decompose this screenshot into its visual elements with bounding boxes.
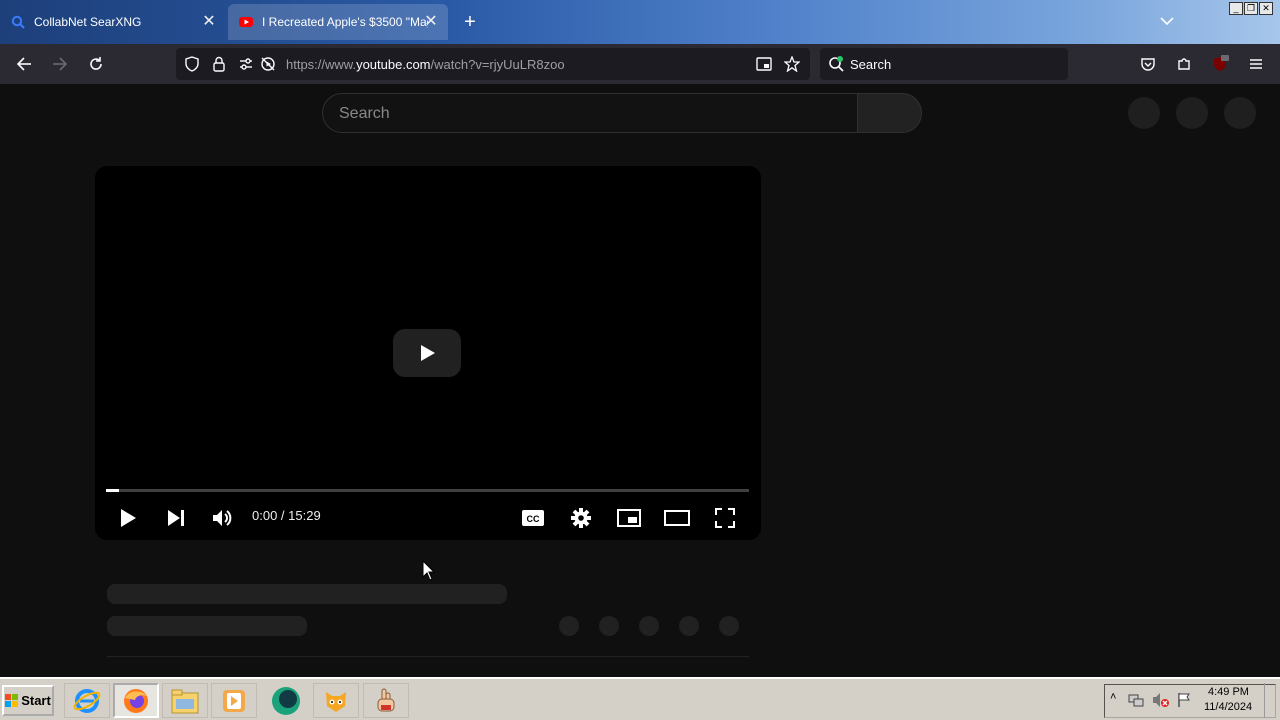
new-tab-button[interactable]: + [458,10,482,34]
action-skeleton [639,616,659,636]
youtube-favicon-icon [238,14,254,30]
internet-explorer-icon [73,688,101,713]
lock-icon[interactable] [212,56,226,77]
permissions-icon[interactable] [238,56,254,77]
cat-icon [326,691,346,712]
taskbar-chat-app[interactable] [263,683,309,718]
back-button[interactable] [12,52,36,76]
bookmark-star-icon[interactable] [783,55,801,77]
tracking-protection-shield-icon[interactable] [184,56,200,77]
forward-button[interactable] [48,52,72,76]
divider [107,656,749,657]
action-skeleton [719,616,739,636]
address-bar[interactable]: https://www.youtube.com/watch?v=rjyUuLR8… [176,48,810,80]
folder-icon [171,689,199,713]
search-favicon-icon [10,14,26,30]
media-player-icon [223,689,245,712]
network-icon[interactable] [1128,692,1144,713]
theater-mode-icon [664,510,690,526]
windows-taskbar: Start ˄ 4:49 PM 11/4/2024 [0,677,1280,720]
web-search-box[interactable]: Search [820,48,1068,80]
taskbar-firefox[interactable] [113,683,159,718]
miniplayer-icon [617,509,641,527]
youtube-search-input[interactable]: Search [322,93,858,133]
taskbar-scratch[interactable] [313,683,359,718]
show-hidden-icons-icon[interactable]: ˄ [1110,691,1116,703]
subtitles-button[interactable]: CC [518,503,548,533]
clock-date[interactable]: 11/4/2024 [1204,701,1252,713]
skip-next-icon [168,510,184,526]
video-player[interactable]: 0:00 / 15:29 CC [95,166,761,540]
restore-window-button[interactable]: ❐ [1244,2,1258,15]
miniplayer-button[interactable] [614,503,644,533]
avatar-placeholder[interactable] [1224,97,1256,129]
tab-strip: CollabNet SearXNG ✕ I Recreated Apple's … [0,0,1280,44]
url-text[interactable]: https://www.youtube.com/watch?v=rjyUuLR8… [286,57,565,72]
navigation-toolbar: https://www.youtube.com/watch?v=rjyUuLR8… [0,44,1280,84]
volume-icon [213,510,232,526]
url-prefix: https://www. [286,57,357,72]
search-placeholder: Search [850,57,892,72]
action-skeleton [679,616,699,636]
mouse-cursor-icon [422,559,436,587]
firefox-icon [124,688,148,713]
list-all-tabs-icon[interactable] [1156,10,1178,32]
search-engine-icon [828,55,846,78]
start-button[interactable]: Start [2,685,54,716]
settings-button[interactable] [566,503,596,533]
hand-icon [377,688,395,711]
tab-title: I Recreated Apple's $3500 "Magica [262,15,428,29]
close-tab-icon[interactable]: ✕ [422,13,440,31]
autoplay-blocked-icon[interactable] [260,56,276,77]
tab-collabnet-searxng[interactable]: CollabNet SearXNG ✕ [0,4,226,40]
progress-bar-fill [106,489,119,492]
header-icon-placeholder[interactable] [1176,97,1208,129]
taskbar-media-player[interactable] [211,683,257,718]
close-window-button[interactable]: ✕ [1259,2,1273,15]
progress-bar[interactable] [106,489,749,492]
play-icon [121,509,136,527]
gear-icon [571,508,591,528]
picture-in-picture-toggle-icon[interactable] [756,56,772,77]
fullscreen-button[interactable] [710,503,740,533]
reload-button[interactable] [84,52,108,76]
play-button[interactable] [113,503,143,533]
chat-bubble-icon [272,686,300,715]
fullscreen-icon [715,508,735,528]
show-desktop-button[interactable] [1264,683,1276,718]
closed-captions-icon: CC [522,510,544,526]
action-skeleton [559,616,579,636]
action-skeleton [599,616,619,636]
hamburger-menu-icon[interactable] [1244,52,1268,76]
extensions-puzzle-icon[interactable] [1172,52,1196,76]
youtube-search-placeholder: Search [339,105,390,122]
volume-muted-icon[interactable] [1152,692,1170,713]
tab-youtube-video[interactable]: I Recreated Apple's $3500 "Magica ✕ [228,4,448,40]
theater-mode-button[interactable] [662,503,692,533]
taskbar-file-explorer[interactable] [162,683,208,718]
start-label: Start [21,693,51,708]
ublock-extension-icon[interactable] [1208,52,1232,76]
url-domain: youtube.com [356,57,431,72]
time-display: 0:00 / 15:29 [252,508,321,523]
close-tab-icon[interactable]: ✕ [200,13,218,31]
pocket-icon[interactable] [1136,52,1160,76]
mute-button[interactable] [208,503,238,533]
clock-time[interactable]: 4:49 PM [1208,686,1249,698]
title-skeleton [107,584,507,604]
minimize-window-button[interactable]: _ [1229,2,1243,15]
taskbar-hand-app[interactable] [363,683,409,718]
large-play-button[interactable] [393,329,461,377]
action-center-flag-icon[interactable] [1176,692,1192,713]
tab-title: CollabNet SearXNG [34,15,142,29]
header-icon-placeholder[interactable] [1128,97,1160,129]
youtube-search-button[interactable] [857,93,922,133]
windows-logo-icon [5,693,19,707]
taskbar-internet-explorer[interactable] [64,683,110,718]
url-path: /watch?v=rjyUuLR8zoo [430,57,565,72]
next-video-button[interactable] [161,503,191,533]
svg-text:CC: CC [527,514,540,524]
channel-skeleton [107,616,307,636]
play-icon [421,345,435,361]
